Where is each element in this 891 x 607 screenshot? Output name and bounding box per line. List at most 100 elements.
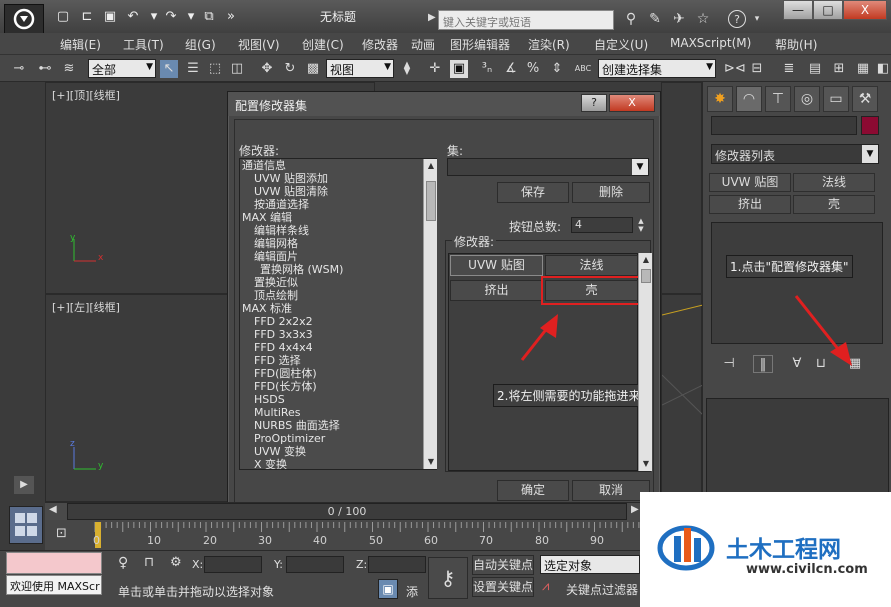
menu-graph-editors[interactable]: 图形编辑器 bbox=[450, 36, 510, 53]
object-name-field[interactable] bbox=[711, 116, 857, 135]
modifier-list-item[interactable]: 编辑面片 bbox=[240, 250, 436, 263]
bind-space-warp-icon[interactable]: ≋ bbox=[60, 60, 78, 78]
modifier-list-item[interactable]: NURBS 曲面选择 bbox=[240, 419, 436, 432]
named-selection-set-dropdown[interactable]: 创建选择集 ▼ bbox=[598, 59, 716, 78]
scale-icon[interactable]: ▩ bbox=[304, 60, 322, 78]
menu-group[interactable]: 组(G) bbox=[185, 36, 216, 53]
search-expand-icon[interactable]: ▶ bbox=[428, 12, 436, 23]
hierarchy-tab-icon[interactable]: ⊤ bbox=[765, 86, 791, 112]
app-logo-icon[interactable] bbox=[4, 4, 44, 34]
lightbulb-icon[interactable]: ♀ bbox=[118, 555, 128, 571]
modifier-list-item[interactable]: HSDS bbox=[240, 393, 436, 406]
modifier-list-item[interactable]: UVW 贴图清除 bbox=[240, 185, 436, 198]
create-tab-icon[interactable]: ✸ bbox=[707, 86, 733, 112]
modifier-list-item[interactable]: ProOptimizer bbox=[240, 432, 436, 445]
minimize-button[interactable]: — bbox=[783, 0, 813, 20]
project-folder-icon[interactable]: ⧉ bbox=[200, 8, 218, 26]
modifier-category[interactable]: MAX 编辑 bbox=[240, 211, 436, 224]
menu-modifiers[interactable]: 修改器 bbox=[362, 36, 398, 53]
window-crossing-icon[interactable]: ◫ bbox=[228, 60, 246, 78]
menu-animation[interactable]: 动画 bbox=[411, 36, 435, 53]
add-time-tag[interactable]: 添 bbox=[406, 583, 418, 600]
viewport-left-label[interactable]: [+][左][线框] bbox=[52, 299, 120, 315]
modifier-list-item[interactable]: 顶点绘制 bbox=[240, 289, 436, 302]
auto-key-button[interactable]: 自动关键点 bbox=[472, 555, 534, 575]
favorites-star-icon[interactable]: ☆ bbox=[694, 10, 712, 28]
redo-dropdown-icon[interactable]: ▾ bbox=[182, 8, 200, 26]
modifier-list-dropdown[interactable]: 修改器列表 ▼ bbox=[711, 144, 879, 164]
spinner-snap-icon[interactable]: ⇕ bbox=[548, 60, 566, 78]
modifier-list-item[interactable]: FFD(长方体) bbox=[240, 380, 436, 393]
modifier-list-item[interactable]: FFD 选择 bbox=[240, 354, 436, 367]
undo-dropdown-icon[interactable]: ▾ bbox=[145, 8, 163, 26]
z-coord-field[interactable] bbox=[368, 556, 426, 573]
select-by-name-icon[interactable]: ☰ bbox=[184, 60, 202, 78]
percent-snap-icon[interactable]: % bbox=[524, 60, 542, 78]
prev-frame-icon[interactable]: ◀ bbox=[49, 504, 57, 515]
scroll-down-icon[interactable]: ▼ bbox=[424, 455, 438, 469]
help-icon[interactable]: ? bbox=[728, 10, 746, 28]
modifier-list-item[interactable]: 编辑网格 bbox=[240, 237, 436, 250]
set-key-button[interactable]: 设置关键点 bbox=[472, 577, 534, 597]
mirror-icon[interactable]: ⊳⊲ bbox=[724, 60, 746, 78]
modify-tab-icon[interactable]: ◠ bbox=[736, 86, 762, 112]
reference-coord-dropdown[interactable]: 视图 ▼ bbox=[326, 59, 394, 78]
spinner-arrows-icon[interactable]: ▲ ▼ bbox=[635, 217, 647, 233]
save-file-icon[interactable]: ▣ bbox=[101, 8, 119, 26]
communication-icon[interactable]: ✈ bbox=[670, 10, 688, 28]
help-dropdown-icon[interactable]: ▾ bbox=[748, 10, 766, 28]
modifier-list-item[interactable]: 置换近似 bbox=[240, 276, 436, 289]
scroll-thumb[interactable] bbox=[426, 181, 436, 221]
align-icon[interactable]: ⊟ bbox=[748, 60, 766, 78]
show-end-result-icon[interactable]: ‖ bbox=[753, 355, 773, 373]
new-file-icon[interactable]: ▢ bbox=[54, 8, 72, 26]
cmd-uvw-map-button[interactable]: UVW 贴图 bbox=[709, 173, 791, 192]
maxscript-listener-mini[interactable] bbox=[6, 552, 102, 574]
modifier-list-item[interactable]: UVW 贴图添加 bbox=[240, 172, 436, 185]
menu-customize[interactable]: 自定义(U) bbox=[594, 36, 648, 53]
menu-help[interactable]: 帮助(H) bbox=[775, 36, 817, 53]
unlink-icon[interactable]: ⊷ bbox=[36, 60, 54, 78]
key-filters-button[interactable]: 关键点过滤器 bbox=[566, 581, 638, 598]
menu-views[interactable]: 视图(V) bbox=[238, 36, 280, 53]
viewport-top-label[interactable]: [+][顶][线框] bbox=[52, 87, 120, 103]
next-frame-icon[interactable]: ▶ bbox=[631, 504, 639, 515]
x-coord-field[interactable] bbox=[204, 556, 262, 573]
selection-filter-dropdown[interactable]: 全部 ▼ bbox=[88, 59, 156, 78]
modifier-list-item[interactable]: 置换网格 (WSM) bbox=[240, 263, 436, 276]
viewport-perspective[interactable] bbox=[661, 294, 703, 502]
modifier-list-item[interactable]: FFD 4x4x4 bbox=[240, 341, 436, 354]
motion-tab-icon[interactable]: ◎ bbox=[794, 86, 820, 112]
selected-objects-dropdown[interactable]: 选定对象 bbox=[540, 555, 640, 574]
pin-stack-icon[interactable]: ⊣ bbox=[719, 355, 739, 373]
render-setup-icon[interactable]: ◧ bbox=[874, 60, 891, 78]
keyboard-shortcut-icon[interactable]: ▣ bbox=[450, 60, 468, 78]
move-icon[interactable]: ✥ bbox=[258, 60, 276, 78]
modifier-list-item[interactable]: FFD(圆柱体) bbox=[240, 367, 436, 380]
play-expand-icon[interactable]: ▶ bbox=[14, 476, 34, 494]
layout-normal-button[interactable]: 法线 bbox=[545, 255, 638, 276]
schematic-view-icon[interactable]: ⊞ bbox=[830, 60, 848, 78]
menu-edit[interactable]: 编辑(E) bbox=[60, 36, 101, 53]
modifier-list-item[interactable]: FFD 2x2x2 bbox=[240, 315, 436, 328]
maxscript-welcome[interactable]: 欢迎使用 MAXScr bbox=[6, 575, 102, 595]
cmd-extrude-button[interactable]: 挤出 bbox=[709, 195, 791, 214]
isolate-selection-icon[interactable]: ▣ bbox=[378, 579, 398, 599]
layer-manager-icon[interactable]: ≣ bbox=[780, 60, 798, 78]
undo-icon[interactable]: ↶ bbox=[124, 8, 142, 26]
delete-button[interactable]: 删除 bbox=[572, 182, 650, 203]
modifier-list-item[interactable]: FFD 3x3x3 bbox=[240, 328, 436, 341]
binoculars-icon[interactable]: ⚲ bbox=[622, 10, 640, 28]
menu-tools[interactable]: 工具(T) bbox=[123, 36, 164, 53]
dialog-help-button[interactable]: ? bbox=[581, 94, 607, 112]
material-editor-icon[interactable]: ▦ bbox=[854, 60, 872, 78]
menu-rendering[interactable]: 渲染(R) bbox=[528, 36, 570, 53]
subscription-icon[interactable]: ✎ bbox=[646, 10, 664, 28]
cmd-shell-button[interactable]: 壳 bbox=[793, 195, 875, 214]
modifier-list-item[interactable]: UVW 变换 bbox=[240, 445, 436, 458]
scroll-thumb[interactable] bbox=[641, 269, 651, 283]
utilities-tab-icon[interactable]: ⚒ bbox=[852, 86, 878, 112]
select-object-icon[interactable]: ↖ bbox=[160, 60, 178, 78]
more-icon[interactable]: » bbox=[222, 8, 240, 26]
save-button[interactable]: 保存 bbox=[497, 182, 569, 203]
